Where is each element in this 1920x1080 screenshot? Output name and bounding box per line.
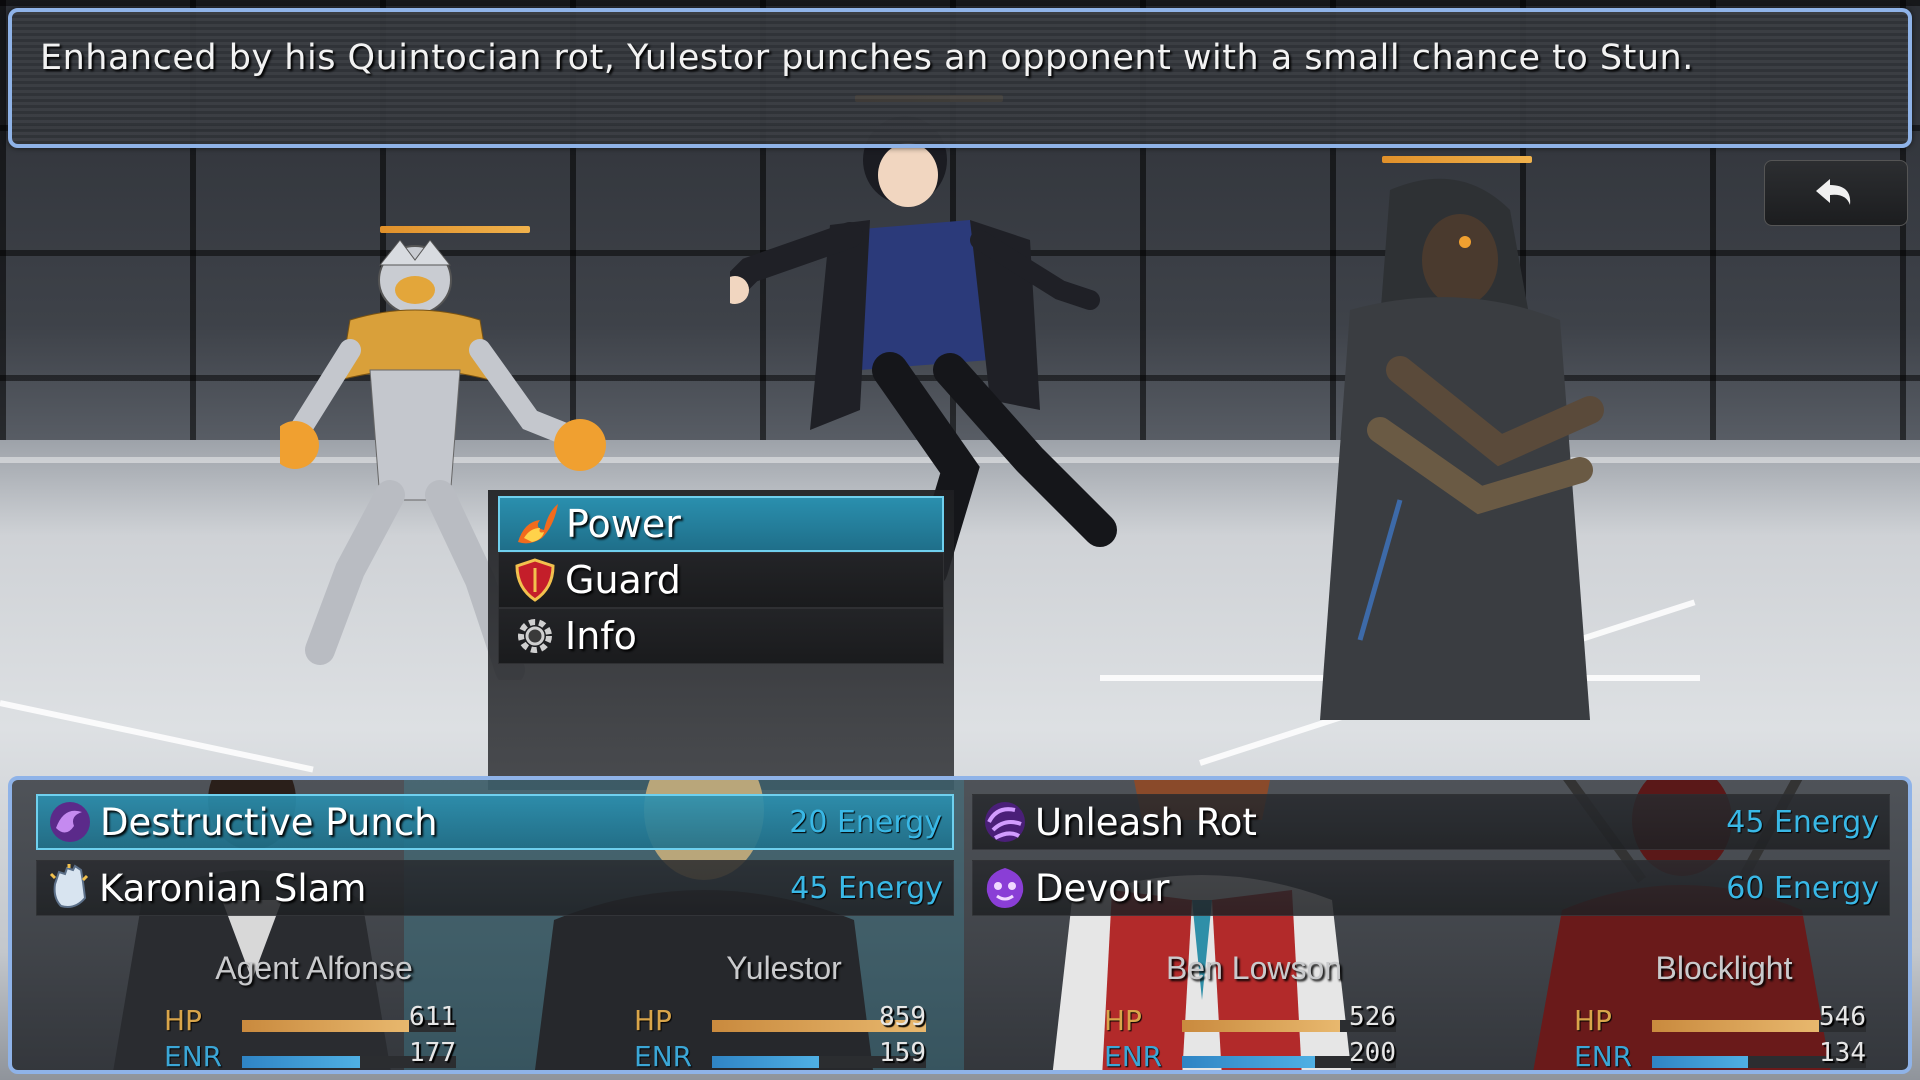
command-menu: Power Guard Info — [488, 490, 954, 790]
enemy-hooded-figure[interactable] — [1260, 170, 1660, 720]
hp-bar-fill — [1182, 1020, 1341, 1032]
skill-name: Unleash Rot — [1035, 800, 1257, 844]
enr-label: ENR — [1574, 1040, 1633, 1073]
command-guard-label: Guard — [565, 558, 681, 602]
command-guard[interactable]: Guard — [498, 552, 944, 608]
command-power-label: Power — [566, 502, 681, 546]
fire-slash-icon — [518, 504, 558, 544]
enr-bar-fill — [242, 1056, 360, 1068]
skill-devour[interactable]: Devour 60 Energy — [972, 860, 1890, 916]
hp-label: HP — [164, 1004, 202, 1037]
enr-label: ENR — [164, 1040, 223, 1073]
hp-value: 546 — [1819, 1002, 1866, 1032]
enr-value: 200 — [1349, 1038, 1396, 1068]
party-member-status[interactable]: Yulestor HP 859 ENR 159 — [634, 950, 934, 1070]
party-member-status[interactable]: Agent Alfonse HP 611 ENR 177 — [164, 950, 464, 1070]
member-name: Blocklight — [1655, 950, 1793, 986]
enemy-hp-bar — [380, 226, 530, 233]
skill-cost: 45 Energy — [1726, 804, 1879, 840]
command-info-label: Info — [565, 614, 637, 658]
skill-description-box: Enhanced by his Quintocian rot, Yulestor… — [8, 8, 1912, 148]
skill-name: Destructive Punch — [100, 800, 438, 844]
undo-arrow-icon — [1816, 179, 1851, 205]
shield-icon — [515, 558, 555, 602]
enemy-hp-bar — [1382, 156, 1532, 163]
skill-karonian-slam[interactable]: Karonian Slam 45 Energy — [36, 860, 954, 916]
enr-label: ENR — [1104, 1040, 1163, 1073]
hp-label: HP — [1104, 1004, 1142, 1037]
skill-description-text: Enhanced by his Quintocian rot, Yulestor… — [40, 38, 1694, 78]
enr-label: ENR — [634, 1040, 693, 1073]
member-name: Yulestor — [726, 950, 842, 986]
enr-value: 177 — [409, 1038, 456, 1068]
enr-bar-fill — [1652, 1056, 1749, 1068]
enr-bar-fill — [1182, 1056, 1315, 1068]
command-power[interactable]: Power — [498, 496, 944, 552]
purple-vortex-icon — [985, 802, 1025, 842]
skill-cost: 45 Energy — [790, 870, 943, 906]
battle-bottom-panel: Destructive Punch 20 Energy Unleash Rot … — [8, 776, 1912, 1074]
hp-bar-fill — [1652, 1020, 1819, 1032]
hp-value: 611 — [409, 1002, 456, 1032]
skill-destructive-punch[interactable]: Destructive Punch 20 Energy — [36, 794, 954, 850]
back-button[interactable] — [1764, 160, 1908, 226]
hp-label: HP — [634, 1004, 672, 1037]
purple-swirl-icon — [50, 802, 90, 842]
skill-cost: 60 Energy — [1726, 870, 1879, 906]
hp-label: HP — [1574, 1004, 1612, 1037]
fist-icon — [49, 864, 89, 908]
skill-cost: 20 Energy — [789, 804, 942, 840]
party-member-status[interactable]: Blocklight HP 546 ENR 134 — [1574, 950, 1874, 1070]
enr-value: 159 — [879, 1038, 926, 1068]
skill-unleash-rot[interactable]: Unleash Rot 45 Energy — [972, 794, 1890, 850]
hp-bar-fill — [242, 1020, 409, 1032]
member-name: Ben Lowson — [1165, 950, 1343, 986]
command-info[interactable]: Info — [498, 608, 944, 664]
hp-value: 859 — [879, 1002, 926, 1032]
skill-name: Devour — [1035, 866, 1170, 910]
enr-bar-fill — [712, 1056, 819, 1068]
gear-icon — [518, 619, 552, 653]
purple-face-icon — [986, 868, 1024, 908]
party-member-status[interactable]: Ben Lowson HP 526 ENR 200 — [1104, 950, 1404, 1070]
skill-name: Karonian Slam — [99, 866, 367, 910]
enr-value: 134 — [1819, 1038, 1866, 1068]
hp-value: 526 — [1349, 1002, 1396, 1032]
member-name: Agent Alfonse — [215, 950, 413, 986]
